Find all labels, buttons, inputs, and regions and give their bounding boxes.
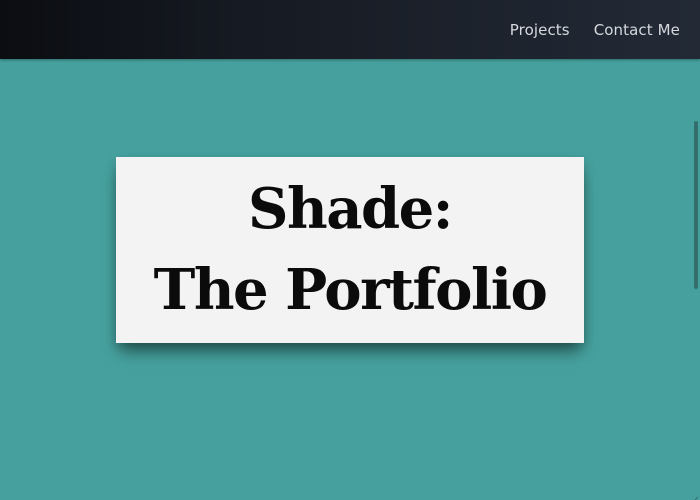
- nav-links: Projects Contact Me: [510, 0, 680, 59]
- hero-title-line-1: Shade:: [248, 176, 453, 242]
- resize-grip-icon[interactable]: [690, 490, 699, 500]
- scrollbar-thumb[interactable]: [694, 121, 698, 289]
- nav-link-contact-me[interactable]: Contact Me: [594, 21, 680, 39]
- hero-title: Shade: The Portfolio: [153, 169, 548, 331]
- top-navbar: Projects Contact Me: [0, 0, 700, 59]
- nav-link-projects[interactable]: Projects: [510, 21, 570, 39]
- vertical-scrollbar[interactable]: [692, 59, 700, 500]
- hero-card: Shade: The Portfolio: [116, 157, 584, 343]
- hero-title-line-2: The Portfolio: [153, 257, 548, 323]
